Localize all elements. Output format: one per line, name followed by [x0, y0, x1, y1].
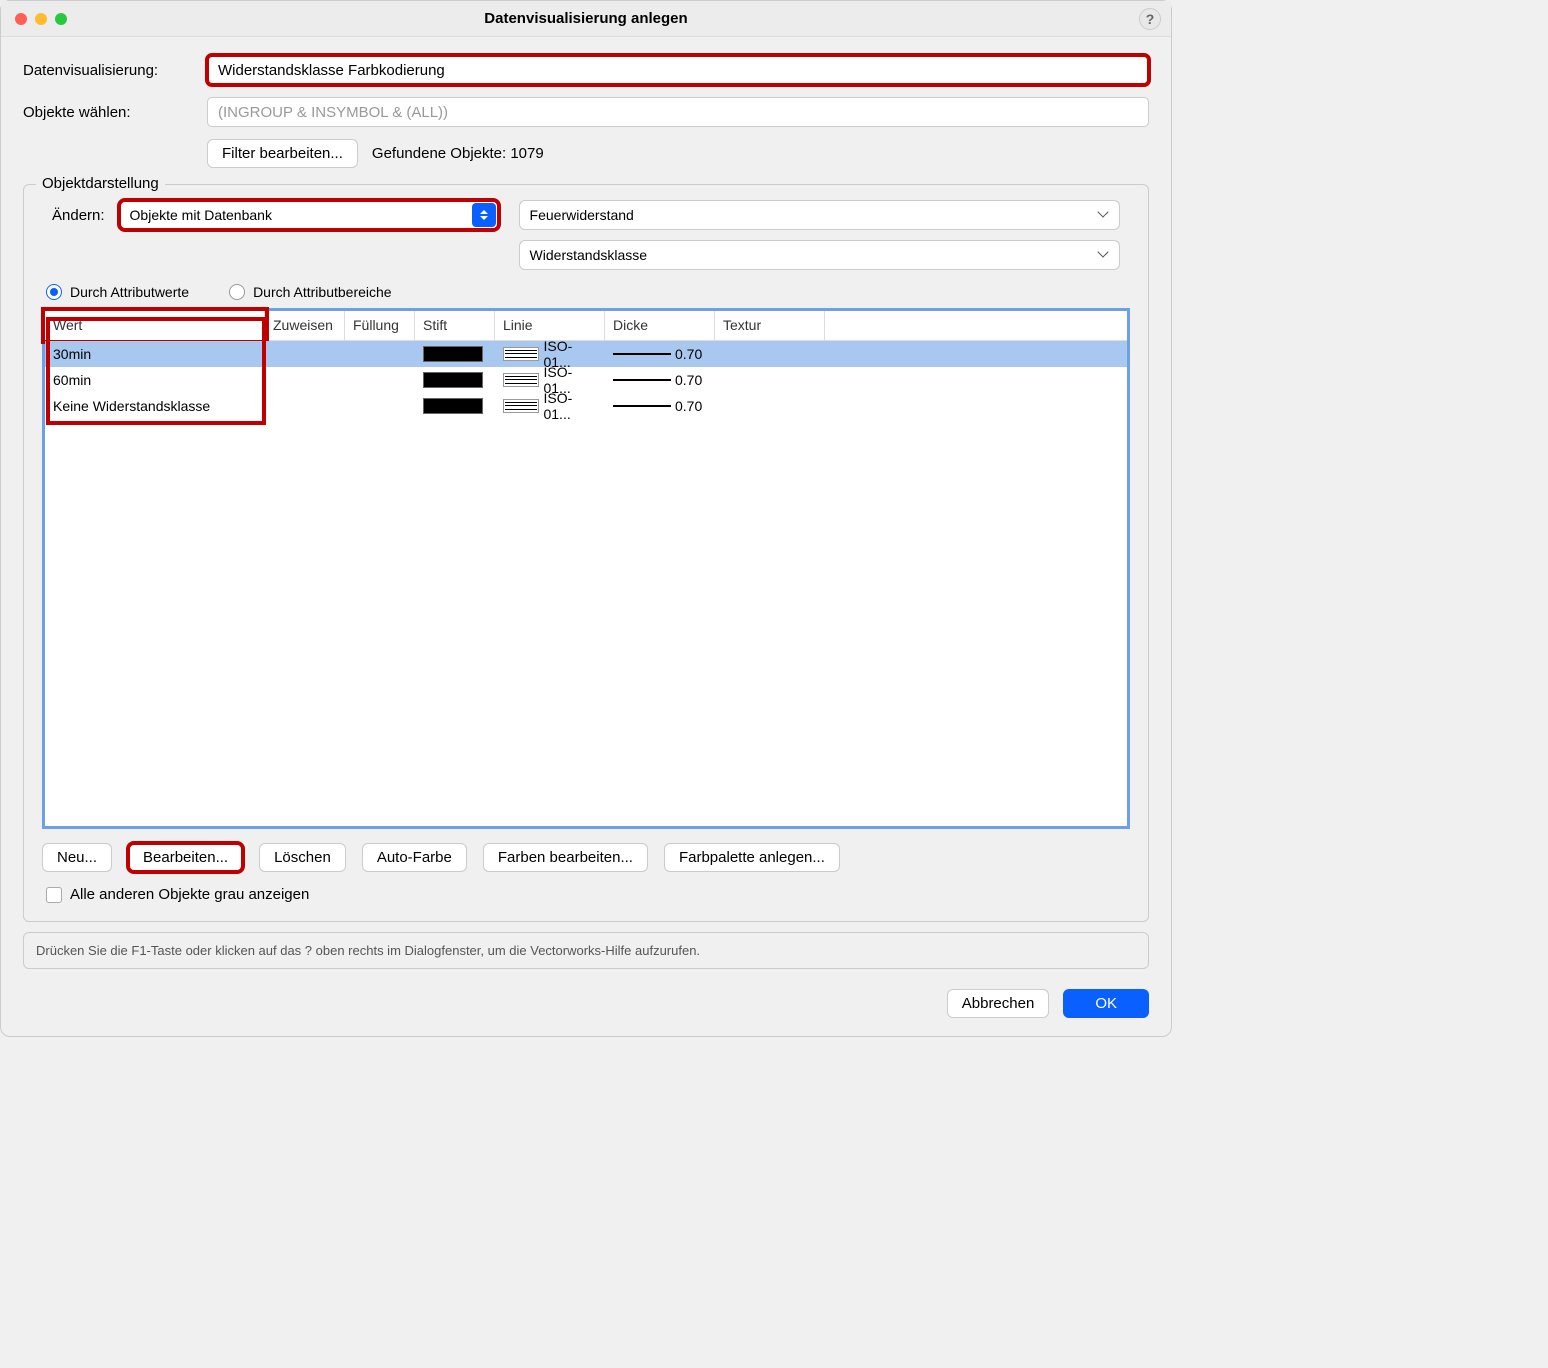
th-zuweisen[interactable]: Zuweisen — [265, 311, 345, 340]
color-swatch[interactable] — [423, 372, 483, 388]
grey-others-checkbox[interactable]: Alle anderen Objekte grau anzeigen — [46, 886, 1130, 903]
aendern-label: Ändern: — [42, 207, 105, 224]
close-icon[interactable] — [15, 13, 27, 25]
radio-attr-values[interactable]: Durch Attributwerte — [46, 284, 189, 300]
checkbox-icon — [46, 887, 62, 903]
th-stift[interactable]: Stift — [415, 311, 495, 340]
ow-label: Objekte wählen: — [23, 104, 193, 121]
color-swatch[interactable] — [423, 346, 483, 362]
line-swatch[interactable] — [503, 373, 539, 387]
thickness-icon — [613, 379, 671, 381]
line-swatch[interactable] — [503, 347, 539, 361]
th-textur[interactable]: Textur — [715, 311, 825, 340]
chevron-down-icon — [1099, 210, 1109, 220]
values-table: WertZuweisenFüllungStiftLinieDickeTextur… — [42, 308, 1130, 829]
th-wert[interactable]: Wert — [45, 311, 265, 340]
db-select-1[interactable]: Feuerwiderstand — [519, 200, 1120, 230]
action-farbpalette-anlegen-[interactable]: Farbpalette anlegen... — [664, 843, 840, 872]
action-l-schen[interactable]: Löschen — [259, 843, 346, 872]
action-farben-bearbeiten-[interactable]: Farben bearbeiten... — [483, 843, 648, 872]
help-button[interactable]: ? — [1139, 8, 1161, 30]
minimize-icon[interactable] — [35, 13, 47, 25]
th-linie[interactable]: Linie — [495, 311, 605, 340]
chevron-updown-icon — [472, 203, 496, 227]
filter-button[interactable]: Filter bearbeiten... — [207, 139, 358, 168]
th-dicke[interactable]: Dicke — [605, 311, 715, 340]
thickness-icon — [613, 405, 671, 407]
cancel-button[interactable]: Abbrechen — [947, 989, 1050, 1018]
line-swatch[interactable] — [503, 399, 539, 413]
found-label: Gefundene Objekte: 1079 — [372, 145, 544, 162]
ok-button[interactable]: OK — [1063, 989, 1149, 1018]
change-select[interactable]: Objekte mit Datenbank — [119, 200, 499, 230]
th-fuellung[interactable]: Füllung — [345, 311, 415, 340]
radio-icon — [46, 284, 62, 300]
window-title: Datenvisualisierung anlegen — [484, 10, 687, 27]
thickness-icon — [613, 353, 671, 355]
ow-input[interactable]: (INGROUP & INSYMBOL & (ALL)) — [207, 97, 1149, 127]
action-auto-farbe[interactable]: Auto-Farbe — [362, 843, 467, 872]
table-header: WertZuweisenFüllungStiftLinieDickeTextur — [45, 311, 1127, 341]
action-bearbeiten-[interactable]: Bearbeiten... — [128, 843, 243, 872]
hint-text: Drücken Sie die F1-Taste oder klicken au… — [23, 932, 1149, 969]
action-neu-[interactable]: Neu... — [42, 843, 112, 872]
maximize-icon[interactable] — [55, 13, 67, 25]
radio-icon — [229, 284, 245, 300]
db-select-2[interactable]: Widerstandsklasse — [519, 240, 1120, 270]
color-swatch[interactable] — [423, 398, 483, 414]
table-row[interactable]: Keine WiderstandsklasseISO-01...0.70 — [45, 393, 1127, 419]
radio-attr-ranges[interactable]: Durch Attributbereiche — [229, 284, 392, 300]
titlebar: Datenvisualisierung anlegen? — [1, 1, 1171, 37]
dv-label: Datenvisualisierung: — [23, 62, 193, 79]
fieldset-legend: Objektdarstellung — [36, 175, 165, 192]
dv-input[interactable] — [207, 55, 1149, 85]
object-display-group: Objektdarstellung Ändern:Objekte mit Dat… — [23, 184, 1149, 922]
chevron-down-icon — [1099, 250, 1109, 260]
